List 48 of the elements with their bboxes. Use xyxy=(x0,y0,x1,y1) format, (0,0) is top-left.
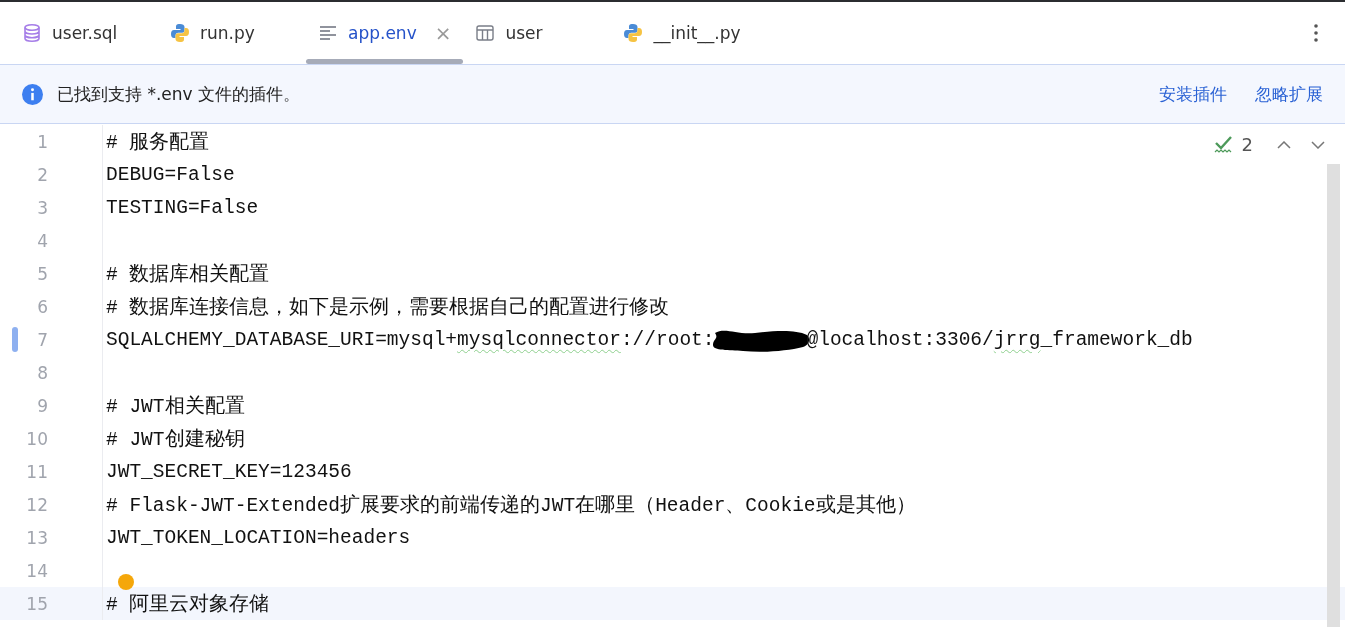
inspection-count: 2 xyxy=(1241,134,1253,155)
editor-tab[interactable]: __init__.py xyxy=(611,2,760,64)
line-number: 15 xyxy=(25,593,48,614)
line-number: 2 xyxy=(36,164,48,185)
line-number: 12 xyxy=(25,494,48,515)
editor-tab[interactable]: app.env × xyxy=(306,2,464,64)
code-line: JWT_SECRET_KEY=123456 xyxy=(106,460,352,483)
line-number: 3 xyxy=(36,197,48,218)
line-number: 9 xyxy=(36,395,48,416)
line-number: 11 xyxy=(25,461,48,482)
code-line: DEBUG=False xyxy=(106,163,235,186)
notification-link[interactable]: 安装插件 xyxy=(1159,82,1227,106)
editor-tab[interactable]: user xyxy=(463,2,612,64)
more-options-icon[interactable] xyxy=(1313,23,1319,43)
chevron-up-icon[interactable] xyxy=(1277,140,1291,149)
code-line: # JWT创建秘钥 xyxy=(106,427,245,452)
code-line: # 服务配置 xyxy=(106,130,210,155)
info-icon xyxy=(22,83,43,105)
code-line: @localhost:3306/jrrg_framework_db xyxy=(806,328,1193,351)
text-file-icon xyxy=(318,23,338,43)
editor-tab[interactable]: user.sql xyxy=(10,2,158,64)
chevron-down-icon[interactable] xyxy=(1311,140,1325,149)
inspection-check-icon[interactable] xyxy=(1213,134,1234,155)
code-line: # 数据库相关配置 xyxy=(106,262,270,287)
line-number: 14 xyxy=(25,560,48,581)
line-number: 10 xyxy=(25,428,48,449)
notification-link[interactable]: 忽略扩展 xyxy=(1255,82,1323,106)
editor-tab[interactable]: run.py xyxy=(158,2,306,64)
line-number: 4 xyxy=(36,230,48,251)
database-icon xyxy=(22,23,42,43)
code-line: SQLALCHEMY_DATABASE_URI=mysql+mysqlconnector://root: xyxy=(106,328,715,351)
code-line: # 阿里云对象存储 xyxy=(106,592,270,617)
line-number: 6 xyxy=(36,296,48,317)
line-number: 5 xyxy=(36,263,48,284)
python-icon xyxy=(623,23,644,43)
line-number: 7 xyxy=(36,329,48,350)
code-line: JWT_TOKEN_LOCATION=headers xyxy=(106,526,411,549)
notification-message: 已找到支持 *.env 文件的插件。 xyxy=(57,82,300,106)
code-line: # Flask-JWT-Extended扩展要求的前端传递的JWT在哪里（Header、Cookie或是其他） xyxy=(106,493,916,518)
code-line: # 数据库连接信息，如下是示例，需要根据自己的配置进行修改 xyxy=(106,295,670,320)
python-icon xyxy=(170,23,190,43)
scrollbar[interactable] xyxy=(1327,164,1340,627)
line-number: 1 xyxy=(36,131,48,152)
line-number: 8 xyxy=(36,362,48,383)
code-line: # JWT相关配置 xyxy=(106,394,245,419)
code-line: TESTING=False xyxy=(106,196,259,219)
line-number: 13 xyxy=(25,527,48,548)
table-icon xyxy=(475,23,496,43)
